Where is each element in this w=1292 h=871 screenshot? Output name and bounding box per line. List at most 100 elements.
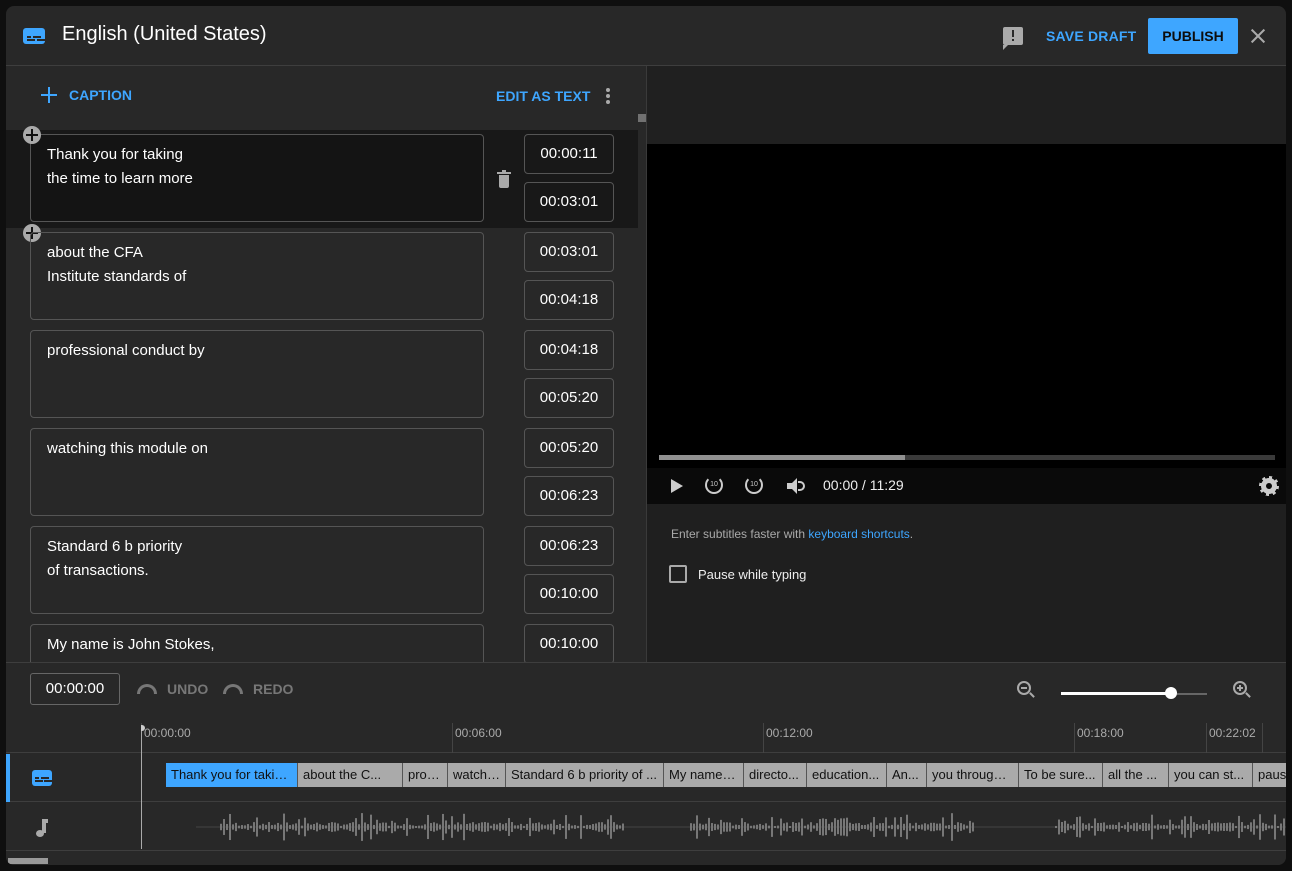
video-progress-fill (659, 455, 906, 460)
video-player[interactable]: 10 10 00:00 / 11:29 (647, 144, 1286, 504)
dialog-title: English (United States) (62, 23, 267, 45)
ruler-tick: 00:06:00 (452, 723, 502, 753)
pause-while-typing-option[interactable]: Pause while typing (669, 565, 806, 583)
ruler-tick: 00:18:00 (1074, 723, 1124, 753)
video-top-area (647, 66, 1286, 144)
dialog-header: English (United States) SAVE DRAFT PUBLI… (6, 6, 1286, 66)
caption-end-time[interactable]: 00:05:20 (524, 378, 614, 418)
hint-suffix: . (909, 527, 914, 541)
delete-caption-icon[interactable] (497, 170, 511, 188)
timeline-horizontal-scrollbar[interactable] (8, 858, 48, 864)
subtitles-icon (23, 28, 45, 44)
forward-10-icon[interactable]: 10 (745, 476, 763, 494)
pause-while-typing-checkbox[interactable] (669, 565, 687, 583)
redo-icon (223, 684, 243, 694)
keyboard-shortcuts-link[interactable]: keyboard shortcuts (808, 527, 909, 541)
caption-text-field[interactable]: Standard 6 b priority of transactions. (30, 526, 484, 614)
feedback-icon[interactable] (1003, 27, 1023, 50)
caption-start-time[interactable]: 00:04:18 (524, 330, 614, 370)
caption-chip[interactable]: Standard 6 b priority of ... (506, 763, 664, 787)
caption-chip[interactable]: education... (807, 763, 887, 787)
ruler-end-marker (1262, 723, 1265, 753)
player-controls: 10 10 00:00 / 11:29 (647, 468, 1286, 504)
close-icon[interactable] (1246, 24, 1270, 48)
pause-while-typing-label: Pause while typing (698, 566, 807, 582)
caption-row: professional conduct by 00:04:18 00:05:20 (6, 326, 638, 424)
caption-row: Standard 6 b priority of transactions. 00… (6, 522, 638, 620)
caption-chip[interactable]: about the C... (298, 763, 403, 787)
video-progress-bar[interactable] (659, 455, 1275, 460)
volume-icon[interactable] (787, 478, 805, 494)
timeline-panel: 00:00:00 UNDO REDO 00:00:00 00:06:00 00:12… (6, 662, 1286, 865)
caption-end-time[interactable]: 00:03:01 (524, 182, 614, 222)
caption-start-time[interactable]: 00:03:01 (524, 232, 614, 272)
caption-row: Thank you for taking the time to learn m… (6, 126, 638, 242)
caption-chip[interactable]: all the ... (1103, 763, 1169, 787)
caption-list-scrollbar[interactable] (638, 114, 646, 122)
music-note-icon (35, 819, 49, 837)
ruler-tick: 00:00:00 (141, 723, 191, 753)
caption-start-time[interactable]: 00:05:20 (524, 428, 614, 468)
play-icon[interactable] (671, 479, 683, 493)
caption-text-field[interactable]: professional conduct by (30, 330, 484, 418)
caption-track: Thank you for takin... about the C... prof… (6, 754, 1286, 802)
zoom-slider-thumb[interactable] (1164, 687, 1177, 699)
time-readout: 00:00 / 11:29 (823, 477, 904, 493)
edit-as-text-button[interactable]: EDIT AS TEXT (496, 88, 590, 104)
shortcuts-hint: Enter subtitles faster with keyboard sho… (671, 527, 913, 541)
subtitles-track-icon (32, 770, 52, 786)
timeline-zoom-slider[interactable] (1061, 687, 1207, 701)
zoom-slider-fill (1061, 692, 1171, 695)
caption-chip[interactable]: paus (1253, 763, 1286, 787)
caption-chips: Thank you for takin... about the C... prof… (166, 763, 1286, 787)
caption-chip[interactable]: To be sure... (1019, 763, 1103, 787)
caption-text-field[interactable]: about the CFA Institute standards of (30, 232, 484, 320)
add-caption-label: CAPTION (69, 87, 132, 103)
caption-end-time[interactable]: 00:04:18 (524, 280, 614, 320)
caption-chip[interactable]: An... (887, 763, 927, 787)
caption-chip[interactable]: you can st... (1169, 763, 1253, 787)
caption-text-field[interactable]: My name is John Stokes, (30, 624, 484, 662)
caption-row: watching this module on 00:05:20 00:06:23 (6, 424, 638, 522)
caption-row: My name is John Stokes, 00:10:00 (6, 620, 638, 662)
timeline-ruler[interactable]: 00:00:00 00:06:00 00:12:00 00:18:00 00:22:02 (6, 715, 1286, 753)
redo-button[interactable]: REDO (223, 681, 293, 697)
save-draft-button[interactable]: SAVE DRAFT (1036, 24, 1146, 48)
caption-row: about the CFA Institute standards of 00:0… (6, 228, 638, 326)
current-time-input[interactable]: 00:00:00 (30, 673, 120, 705)
video-panel: 10 10 00:00 / 11:29 Enter subtitles fast… (646, 66, 1286, 662)
redo-label: REDO (253, 681, 294, 697)
ruler-tick: 00:22:02 (1206, 723, 1256, 753)
caption-text-field[interactable]: Thank you for taking the time to learn m… (30, 134, 484, 222)
zoom-in-icon[interactable] (1233, 681, 1247, 695)
caption-end-time[interactable]: 00:06:23 (524, 476, 614, 516)
settings-gear-icon[interactable] (1259, 476, 1279, 496)
plus-icon (40, 86, 58, 104)
caption-chip[interactable]: My name i... (664, 763, 744, 787)
caption-start-time[interactable]: 00:00:11 (524, 134, 614, 174)
add-caption-button[interactable]: CAPTION (40, 86, 132, 104)
rewind-10-icon[interactable]: 10 (705, 476, 723, 494)
caption-chip[interactable]: watchi... (448, 763, 506, 787)
caption-chip[interactable]: profe... (403, 763, 448, 787)
playhead[interactable] (141, 725, 145, 849)
caption-text-field[interactable]: watching this module on (30, 428, 484, 516)
caption-start-time[interactable]: 00:10:00 (524, 624, 614, 662)
insert-caption-above-icon[interactable] (23, 126, 41, 144)
caption-chip[interactable]: you through ... (927, 763, 1019, 787)
caption-chip[interactable]: Thank you for takin... (166, 763, 298, 787)
audio-track (6, 803, 1286, 851)
caption-end-time[interactable]: 00:10:00 (524, 574, 614, 614)
active-track-indicator (6, 754, 10, 802)
publish-button[interactable]: PUBLISH (1148, 18, 1238, 54)
undo-label: UNDO (167, 681, 209, 697)
caption-list-panel: CAPTION EDIT AS TEXT Thank you for takin… (6, 66, 646, 662)
caption-chip[interactable]: directo... (744, 763, 807, 787)
undo-icon (137, 684, 157, 694)
hint-text: Enter subtitles faster with (671, 527, 809, 541)
zoom-out-icon[interactable] (1017, 681, 1031, 695)
caption-start-time[interactable]: 00:06:23 (524, 526, 614, 566)
more-options-icon[interactable] (606, 88, 610, 104)
subtitle-editor-dialog: English (United States) SAVE DRAFT PUBLI… (6, 6, 1286, 865)
undo-button[interactable]: UNDO (137, 681, 208, 697)
